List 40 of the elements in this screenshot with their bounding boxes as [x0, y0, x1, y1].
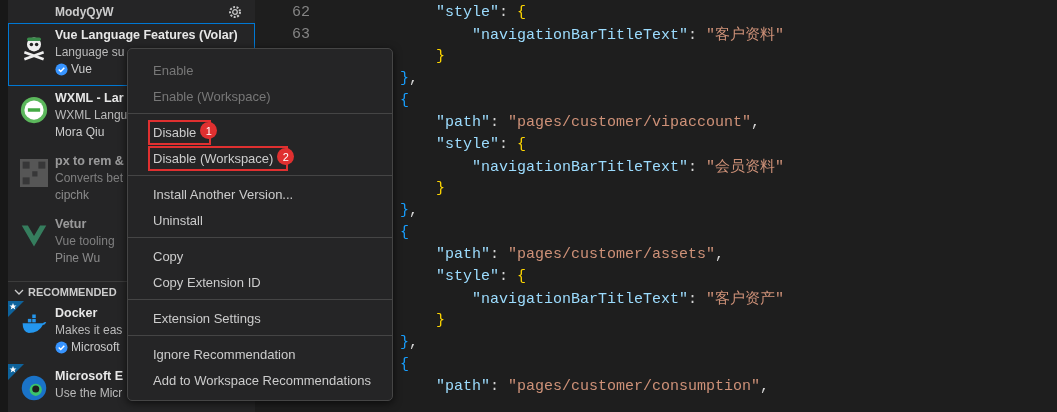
line-number: 63: [291, 25, 310, 43]
section-title: RECOMMENDED: [28, 285, 117, 298]
extension-description: Language su: [55, 45, 126, 59]
code-line: }: [435, 311, 445, 329]
publisher-name: Vue: [71, 62, 92, 76]
code-line: }: [435, 179, 445, 197]
code-line: {: [399, 223, 409, 241]
code-line: }: [435, 47, 445, 65]
publisher-name: Pine Wu: [55, 251, 101, 265]
extension-name: WXML - Lar: [55, 91, 125, 105]
code-line: "navigationBarTitleText": "客户资料": [471, 25, 785, 44]
extension-description: Vue tooling: [55, 234, 115, 248]
publisher-name: Microsoft: [71, 340, 120, 354]
publisher-name: cipchk: [55, 188, 89, 202]
code-line: },: [399, 69, 419, 87]
code-line: },: [399, 333, 419, 351]
code-line: {: [399, 91, 409, 109]
extension-description: Makes it eas: [55, 323, 123, 337]
extension-name: px to rem &: [55, 154, 124, 168]
extension-description: Converts bet: [55, 171, 124, 185]
code-line: "path": "pages/customer/assets",: [435, 245, 725, 263]
extension-name: Microsoft E: [55, 369, 124, 383]
code-line: "navigationBarTitleText": "客户资产": [471, 289, 785, 308]
extension-name: Vetur: [55, 217, 88, 231]
code-line: },: [399, 201, 419, 219]
line-number: 62: [291, 3, 310, 21]
number-badge: 2: [277, 148, 295, 165]
code-line: "style": {: [435, 3, 527, 21]
publisher-name: ModyQyW: [55, 4, 114, 19]
extension-name: Vue Language Features (Volar): [55, 28, 238, 42]
publisher-name: Mora Qiu: [55, 125, 105, 139]
extension-description: Use the Micr: [55, 386, 124, 400]
extension-name: Docker: [55, 306, 99, 320]
code-line: "style": {: [435, 135, 527, 153]
code-line: {: [399, 355, 409, 373]
code-line: "path": "pages/customer/vipaccount",: [435, 113, 761, 131]
extension-description: WXML Langu: [55, 108, 128, 122]
code-line: "style": {: [435, 267, 527, 285]
code-line: "navigationBarTitleText": "会员资料": [471, 157, 785, 176]
number-badge: 1: [200, 122, 218, 139]
